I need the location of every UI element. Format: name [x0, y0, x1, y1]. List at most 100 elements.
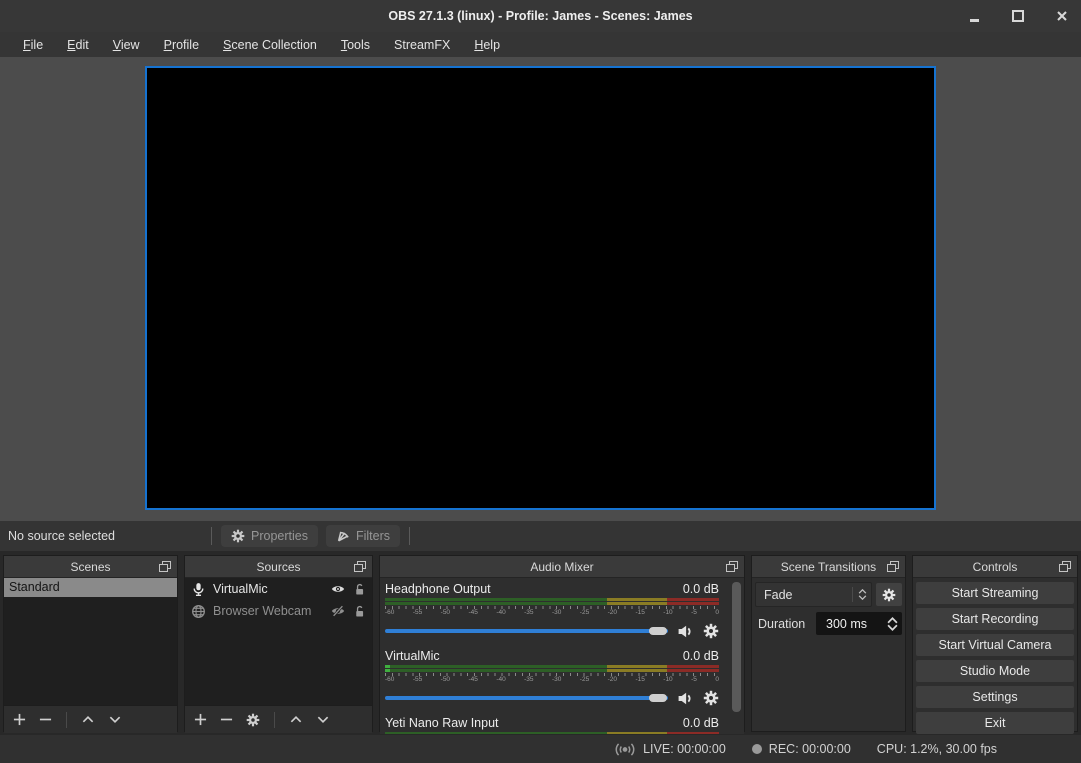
- volume-slider[interactable]: [385, 696, 668, 700]
- sources-list: VirtualMic Browser Webcam: [185, 578, 372, 705]
- source-name: VirtualMic: [213, 582, 323, 596]
- caret-up-icon: [858, 589, 867, 594]
- transition-selected-value: Fade: [756, 588, 852, 602]
- gear-icon: [882, 587, 896, 603]
- scene-transitions-title: Scene Transitions: [781, 560, 876, 574]
- volume-meter: [385, 598, 719, 609]
- start-virtual-camera-button[interactable]: Start Virtual Camera: [916, 634, 1074, 656]
- move-source-up-button[interactable]: [289, 713, 303, 726]
- sources-panel-title: Sources: [256, 560, 300, 574]
- preview-area: [0, 57, 1081, 521]
- menu-help[interactable]: Help: [463, 35, 511, 55]
- meter-tick-label: -35: [524, 609, 533, 617]
- mute-button[interactable]: [677, 623, 694, 640]
- unlock-icon[interactable]: [353, 605, 366, 618]
- caret-down-icon: [858, 595, 867, 600]
- popout-icon[interactable]: [726, 561, 738, 572]
- exit-button[interactable]: Exit: [916, 712, 1074, 734]
- minimize-button[interactable]: [963, 5, 985, 27]
- duration-spin-buttons[interactable]: [883, 617, 902, 631]
- mute-button[interactable]: [677, 690, 694, 707]
- meter-tick-label: -45: [468, 609, 477, 617]
- menu-streamfx[interactable]: StreamFX: [383, 35, 461, 55]
- maximize-button[interactable]: [1007, 5, 1029, 27]
- studio-mode-button[interactable]: Studio Mode: [916, 660, 1074, 682]
- dock-area: Scenes Standard Sources: [0, 551, 1081, 735]
- meter-tick-label: -40: [496, 676, 505, 684]
- properties-button-label: Properties: [251, 529, 308, 543]
- status-bar: LIVE: 00:00:00 REC: 00:00:00 CPU: 1.2%, …: [0, 735, 1081, 763]
- channel-name: VirtualMic: [385, 649, 440, 663]
- menu-profile[interactable]: Profile: [153, 35, 210, 55]
- mixer-channel-headphone-output: Headphone Output 0.0 dB -60-55-50-45-40-…: [385, 580, 739, 641]
- close-button[interactable]: [1051, 5, 1073, 27]
- popout-icon[interactable]: [887, 561, 899, 572]
- scenes-list: Standard: [4, 578, 177, 705]
- window-controls: [963, 0, 1073, 32]
- channel-volume-db: 0.0 dB: [683, 716, 719, 730]
- channel-settings-button[interactable]: [703, 623, 719, 639]
- combo-spinner[interactable]: [853, 589, 871, 600]
- meter-tick-label: -55: [413, 609, 422, 617]
- meter-tick-label: -5: [691, 676, 697, 684]
- preview-canvas[interactable]: [145, 66, 936, 510]
- transition-select[interactable]: Fade: [755, 582, 872, 607]
- meter-tick-label: -30: [552, 676, 561, 684]
- obs-window: OBS 27.1.3 (linux) - Profile: James - Sc…: [0, 0, 1081, 763]
- filters-icon: [336, 529, 350, 543]
- scene-item-standard[interactable]: Standard: [4, 578, 177, 597]
- source-item-browser-webcam[interactable]: Browser Webcam: [185, 600, 372, 622]
- menu-tools[interactable]: Tools: [330, 35, 381, 55]
- remove-source-button[interactable]: [220, 713, 233, 726]
- toolbar-separator: [409, 527, 410, 545]
- add-scene-button[interactable]: [13, 713, 26, 726]
- menu-file[interactable]: File: [12, 35, 54, 55]
- globe-icon: [191, 604, 206, 619]
- mixer-channel-virtualmic: VirtualMic 0.0 dB -60-55-50-45-40-35-30-…: [385, 647, 739, 708]
- volume-slider-handle[interactable]: [649, 694, 667, 702]
- audio-mixer-header: Audio Mixer: [380, 556, 744, 578]
- duration-spinbox[interactable]: 300 ms: [816, 612, 902, 635]
- menu-scene-collection[interactable]: Scene Collection: [212, 35, 328, 55]
- mixer-channel-yeti-nano: Yeti Nano Raw Input 0.0 dB -60-55-50-45-…: [385, 714, 739, 734]
- properties-button[interactable]: Properties: [221, 525, 318, 547]
- menu-view[interactable]: View: [102, 35, 151, 55]
- meter-tick-label: -60: [385, 676, 394, 684]
- meter-tick-label: -55: [413, 676, 422, 684]
- unlock-icon[interactable]: [353, 583, 366, 596]
- channel-settings-button[interactable]: [703, 690, 719, 706]
- sources-panel: Sources VirtualMic Browser Webcam: [184, 555, 373, 732]
- meter-tick-label: -25: [580, 609, 589, 617]
- meter-tick-label: -50: [441, 676, 450, 684]
- audio-mixer-body: Headphone Output 0.0 dB -60-55-50-45-40-…: [380, 578, 744, 734]
- controls-panel-title: Controls: [973, 560, 1018, 574]
- volume-slider[interactable]: [385, 629, 668, 633]
- transition-properties-button[interactable]: [876, 583, 902, 606]
- menu-edit[interactable]: Edit: [56, 35, 100, 55]
- remove-scene-button[interactable]: [39, 713, 52, 726]
- meter-tick-label: -20: [608, 609, 617, 617]
- mixer-scrollbar[interactable]: [732, 582, 741, 712]
- popout-icon[interactable]: [354, 561, 366, 572]
- filters-button[interactable]: Filters: [326, 525, 400, 547]
- volume-slider-handle[interactable]: [649, 627, 667, 635]
- channel-name: Yeti Nano Raw Input: [385, 716, 499, 730]
- source-item-virtualmic[interactable]: VirtualMic: [185, 578, 372, 600]
- eye-slash-icon[interactable]: [330, 604, 346, 618]
- move-source-down-button[interactable]: [316, 713, 330, 726]
- start-recording-button[interactable]: Start Recording: [916, 608, 1074, 630]
- rec-time: REC: 00:00:00: [769, 742, 851, 756]
- title-bar: OBS 27.1.3 (linux) - Profile: James - Sc…: [0, 0, 1081, 32]
- popout-icon[interactable]: [159, 561, 171, 572]
- move-scene-down-button[interactable]: [108, 713, 122, 726]
- eye-icon[interactable]: [330, 582, 346, 596]
- start-streaming-button[interactable]: Start Streaming: [916, 582, 1074, 604]
- source-properties-button[interactable]: [246, 713, 260, 727]
- channel-volume-db: 0.0 dB: [683, 582, 719, 596]
- popout-icon[interactable]: [1059, 561, 1071, 572]
- settings-button[interactable]: Settings: [916, 686, 1074, 708]
- move-scene-up-button[interactable]: [81, 713, 95, 726]
- caret-down-icon: [887, 624, 898, 631]
- meter-tick-label: 0: [715, 609, 719, 617]
- add-source-button[interactable]: [194, 713, 207, 726]
